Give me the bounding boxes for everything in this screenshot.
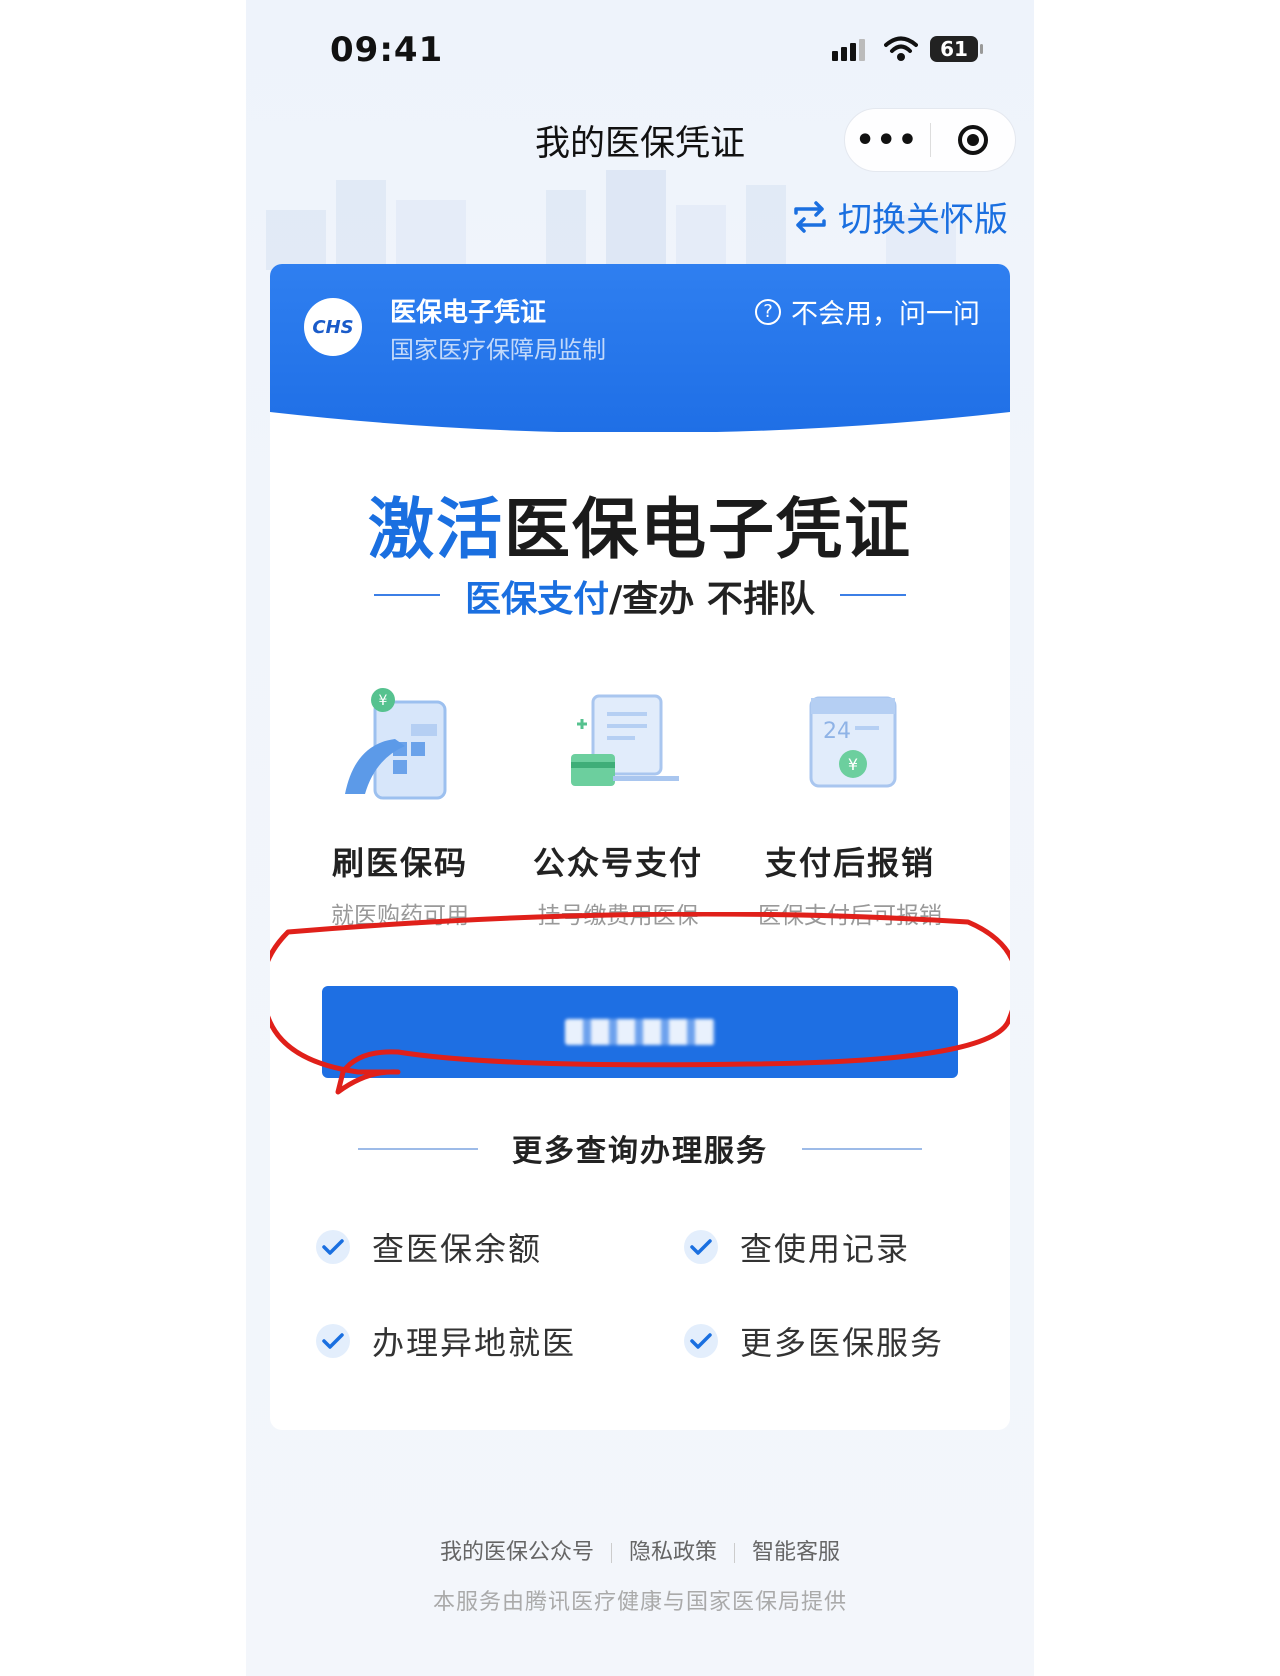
help-link[interactable]: ? 不会用，问一问 — [755, 292, 980, 331]
footer-note: 本服务由腾讯医疗健康与国家医保局提供 — [432, 1590, 847, 1615]
check-icon — [684, 1324, 718, 1358]
calendar-yuan-icon: 24 ¥ — [809, 696, 897, 788]
phone-qr-icon: ¥ — [345, 688, 447, 800]
close-miniprogram-button[interactable] — [931, 125, 1016, 155]
battery-level: 61 — [940, 37, 968, 61]
hero-title-highlight: 激活 — [368, 491, 504, 568]
service-label: 更多医保服务 — [740, 1324, 945, 1362]
hero-title: 激活医保电子凭证 — [270, 476, 1010, 572]
target-icon — [957, 125, 988, 155]
battery-icon: 61 — [930, 36, 983, 62]
feature-name: 公众号支付 — [532, 844, 703, 882]
activate-button[interactable] — [322, 986, 958, 1078]
card-header-banner — [270, 264, 1010, 432]
blurred-label — [565, 1019, 715, 1045]
svg-text:¥: ¥ — [848, 755, 858, 774]
switch-arrows-icon — [794, 200, 826, 233]
svg-text:24: 24 — [823, 719, 851, 744]
hero-title-rest: 医保电子凭证 — [504, 491, 912, 568]
hero-subtitle-rest: /查办 不排队 — [609, 579, 815, 620]
feature-name: 支付后报销 — [764, 844, 935, 882]
feature-scan-code: ¥ 刷医保码 就医购药可用 — [290, 684, 510, 930]
question-icon: ? — [755, 298, 781, 325]
feature-reimbursement: 24 ¥ 支付后报销 医保支付后可报销 — [740, 684, 960, 930]
help-label: 不会用，问一问 — [791, 299, 980, 330]
feature-desc: 就医购药可用 — [331, 903, 469, 929]
service-remote-treatment[interactable]: 办理异地就医 — [316, 1318, 576, 1364]
activation-card: CHS 医保电子凭证 国家医疗保障局监制 ? 不会用，问一问 激活医保电子凭证 … — [270, 264, 1010, 1430]
service-balance[interactable]: 查医保余额 — [316, 1224, 542, 1270]
switch-care-mode-link[interactable]: 切换关怀版 — [792, 192, 1008, 241]
service-label: 查使用记录 — [740, 1230, 911, 1268]
svg-text:¥: ¥ — [379, 693, 388, 709]
hero-subtitle: 医保支付/查办 不排队 — [270, 570, 1010, 622]
footer-divider — [734, 1543, 735, 1563]
more-menu-button[interactable]: ••• — [845, 123, 930, 158]
switch-care-label: 切换关怀版 — [838, 200, 1008, 240]
more-divider-right — [802, 1148, 922, 1150]
footer-link-privacy[interactable]: 隐私政策 — [629, 1540, 717, 1565]
card-header-subtitle: 国家医疗保障局监制 — [390, 336, 606, 364]
hero-subtitle-highlight: 医保支付 — [465, 579, 610, 620]
check-icon — [684, 1230, 718, 1264]
signal-icon — [832, 39, 865, 61]
check-icon — [316, 1230, 350, 1264]
chs-logo: CHS — [304, 298, 362, 356]
status-time: 09:41 — [330, 30, 444, 70]
feature-desc: 挂号缴费用医保 — [537, 903, 699, 929]
footer-link-official-account[interactable]: 我的医保公众号 — [440, 1540, 594, 1565]
service-label: 办理异地就医 — [372, 1324, 577, 1362]
feature-official-account-pay: 公众号支付 挂号缴费用医保 — [508, 684, 728, 930]
card-header-title: 医保电子凭证 — [390, 298, 547, 328]
wifi-icon — [884, 36, 918, 61]
status-icons: 61 — [832, 36, 983, 62]
desk-payment-icon — [571, 694, 679, 786]
check-icon — [316, 1324, 350, 1358]
feature-desc: 医保支付后可报销 — [758, 903, 942, 929]
service-records[interactable]: 查使用记录 — [684, 1224, 910, 1270]
footer-link-customer-service[interactable]: 智能客服 — [752, 1540, 840, 1565]
footer-divider — [610, 1543, 612, 1563]
service-label: 查医保余额 — [372, 1230, 543, 1268]
footer-links: 我的医保公众号 隐私政策 智能客服 — [246, 1534, 1034, 1566]
service-more[interactable]: 更多医保服务 — [684, 1318, 944, 1364]
feature-name: 刷医保码 — [331, 844, 468, 882]
phone-screen: 09:41 61 我的医保凭证 ••• 切换关怀版 CHS 医保电子凭证 国家医… — [246, 0, 1034, 1676]
hero-divider-right — [840, 594, 906, 596]
